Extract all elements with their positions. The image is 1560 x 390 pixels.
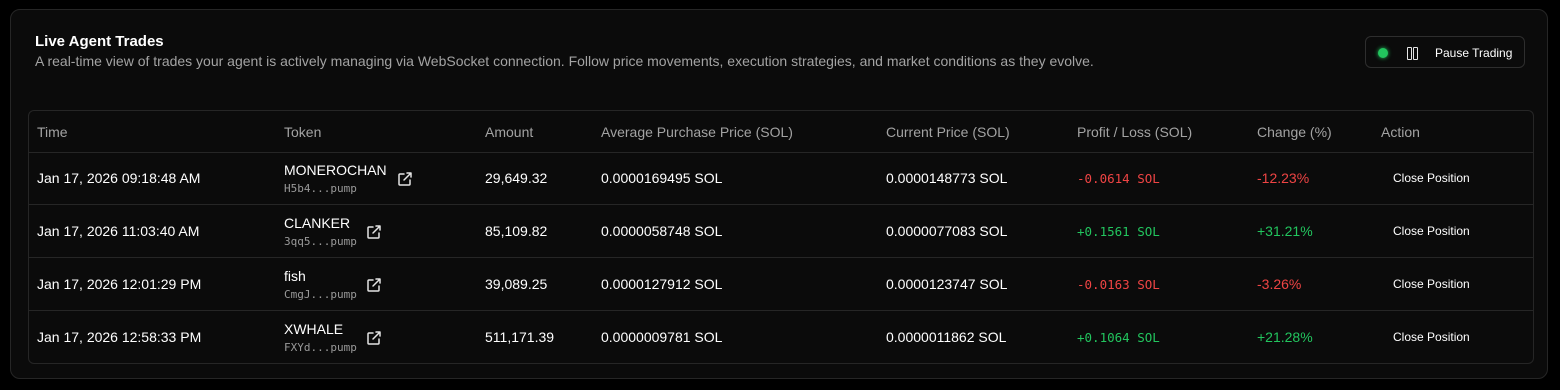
close-position-button[interactable]: Close Position: [1381, 323, 1482, 351]
row-current-price: 0.0000011862 SOL: [886, 329, 1007, 345]
header-token: Token: [284, 124, 322, 140]
close-position-button[interactable]: Close Position: [1381, 164, 1482, 192]
table-header: Time Token Amount Average Purchase Price…: [29, 111, 1533, 153]
row-time: Jan 17, 2026 12:58:33 PM: [37, 329, 202, 345]
header-amount: Amount: [485, 124, 534, 140]
token-address: H5b4...pump: [284, 182, 357, 195]
row-pnl: -0.0614 SOL: [1077, 171, 1160, 186]
header-change: Change (%): [1257, 124, 1332, 140]
token-name: fish: [284, 268, 306, 284]
row-avg-price: 0.0000009781 SOL: [601, 329, 723, 345]
token-name: CLANKER: [284, 215, 351, 231]
token-name: MONEROCHAN: [284, 162, 387, 178]
trades-table: Time Token Amount Average Purchase Price…: [28, 110, 1534, 364]
row-change: -12.23%: [1257, 170, 1310, 186]
row-pnl: +0.1561 SOL: [1077, 224, 1160, 239]
row-pnl: -0.0163 SOL: [1077, 277, 1160, 292]
row-avg-price: 0.0000169495 SOL: [601, 170, 723, 186]
panel-subtitle: A real-time view of trades your agent is…: [35, 53, 1094, 69]
row-change: -3.26%: [1257, 276, 1302, 292]
header-avg-price: Average Purchase Price (SOL): [601, 124, 793, 140]
close-position-button[interactable]: Close Position: [1381, 217, 1482, 245]
token-address: CmgJ...pump: [284, 288, 357, 301]
row-amount: 511,171.39: [485, 329, 555, 345]
token-name: XWHALE: [284, 321, 344, 337]
header-action: Action: [1381, 124, 1420, 140]
row-amount: 29,649.32: [485, 170, 548, 186]
table-row: Jan 17, 2026 11:03:40 AM CLANKER 3qq5...…: [29, 205, 1533, 258]
header-time: Time: [37, 124, 68, 140]
header-current-price: Current Price (SOL): [886, 124, 1010, 140]
row-change: +21.28%: [1257, 329, 1313, 345]
external-link-icon[interactable]: [366, 224, 382, 240]
row-time: Jan 17, 2026 09:18:48 AM: [37, 170, 201, 186]
row-current-price: 0.0000123747 SOL: [886, 276, 1008, 292]
panel-title: Live Agent Trades: [35, 33, 164, 50]
row-time: Jan 17, 2026 12:01:29 PM: [37, 276, 202, 292]
external-link-icon[interactable]: [366, 277, 382, 293]
header-pnl: Profit / Loss (SOL): [1077, 124, 1193, 140]
live-trades-panel: Live Agent Trades A real-time view of tr…: [10, 9, 1548, 379]
table-row: Jan 17, 2026 12:58:33 PM XWHALE FXYd...p…: [29, 311, 1533, 363]
pause-trading-button[interactable]: Pause Trading: [1365, 36, 1525, 68]
row-pnl: +0.1064 SOL: [1077, 330, 1160, 345]
row-amount: 85,109.82: [485, 223, 548, 239]
row-change: +31.21%: [1257, 223, 1313, 239]
external-link-icon[interactable]: [397, 171, 413, 187]
row-current-price: 0.0000148773 SOL: [886, 170, 1008, 186]
status-dot-icon: [1378, 48, 1388, 58]
row-time: Jan 17, 2026 11:03:40 AM: [37, 223, 200, 239]
close-position-button[interactable]: Close Position: [1381, 270, 1482, 298]
pause-trading-label: Pause Trading: [1435, 46, 1513, 60]
row-amount: 39,089.25: [485, 276, 548, 292]
row-avg-price: 0.0000127912 SOL: [601, 276, 723, 292]
token-address: FXYd...pump: [284, 341, 357, 354]
row-avg-price: 0.0000058748 SOL: [601, 223, 723, 239]
token-address: 3qq5...pump: [284, 235, 357, 248]
row-current-price: 0.0000077083 SOL: [886, 223, 1008, 239]
external-link-icon[interactable]: [366, 330, 382, 346]
table-row: Jan 17, 2026 12:01:29 PM fish CmgJ...pum…: [29, 258, 1533, 311]
pause-icon: [1407, 47, 1418, 60]
table-row: Jan 17, 2026 09:18:48 AM MONEROCHAN H5b4…: [29, 152, 1533, 205]
